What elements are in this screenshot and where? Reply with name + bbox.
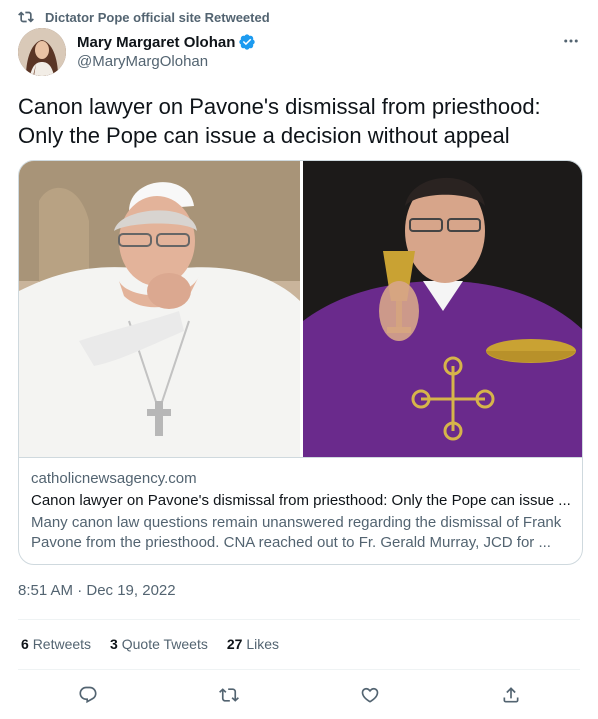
like-icon xyxy=(361,687,379,703)
tweet-timestamp[interactable]: 8:51 AM · Dec 19, 2022 xyxy=(18,582,176,599)
reply-icon xyxy=(79,686,97,704)
more-options-button[interactable] xyxy=(560,30,582,52)
link-preview-card[interactable]: catholicnewsagency.com Canon lawyer on P… xyxy=(18,160,583,565)
retweet-icon xyxy=(18,9,36,25)
share-icon xyxy=(503,687,519,703)
more-options-icon xyxy=(564,39,578,43)
card-title: Canon lawyer on Pavone's dismissal from … xyxy=(31,492,571,509)
card-image-priest xyxy=(303,161,582,457)
card-description: Many canon law questions remain unanswer… xyxy=(31,514,562,551)
tweet-text: Canon lawyer on Pavone's dismissal from … xyxy=(18,94,541,148)
author-info[interactable]: Mary Margaret Olohan @MaryMargOlohan xyxy=(77,32,256,70)
like-button[interactable] xyxy=(358,683,382,707)
action-bar xyxy=(0,683,598,707)
likes-stat[interactable]: 27 Likes xyxy=(227,636,279,652)
retweeted-by-text: Dictator Pope official site Retweeted xyxy=(45,9,270,25)
divider xyxy=(18,619,580,620)
retweets-stat[interactable]: 6 Retweets xyxy=(21,636,91,652)
verified-badge-icon xyxy=(238,33,256,51)
engagement-stats: 6 Retweets 3 Quote Tweets 27 Likes xyxy=(21,636,298,652)
retweeted-by-bar[interactable]: Dictator Pope official site Retweeted xyxy=(18,8,270,26)
card-image-pope xyxy=(19,161,300,457)
avatar[interactable] xyxy=(18,28,66,76)
divider xyxy=(18,669,580,670)
author-handle[interactable]: @MaryMargOlohan xyxy=(77,53,256,70)
retweet-icon xyxy=(219,688,239,702)
share-button[interactable] xyxy=(499,683,523,707)
quote-tweets-stat[interactable]: 3 Quote Tweets xyxy=(110,636,208,652)
card-domain: catholicnewsagency.com xyxy=(31,470,197,487)
reply-button[interactable] xyxy=(76,683,100,707)
retweet-button[interactable] xyxy=(217,683,241,707)
author-name[interactable]: Mary Margaret Olohan xyxy=(77,34,235,51)
